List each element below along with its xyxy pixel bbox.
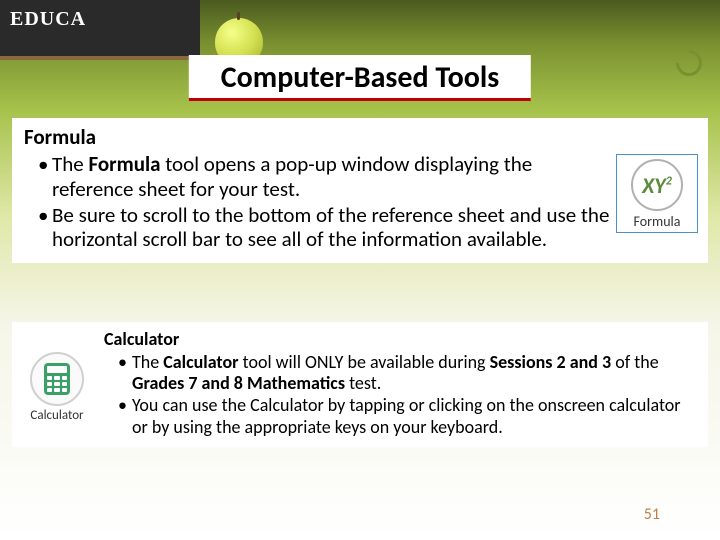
- swirl-decoration: [671, 45, 708, 82]
- formula-icon-label: Formula: [619, 213, 695, 230]
- formula-icon-circle: XY2: [631, 159, 683, 211]
- calculator-bullet-2: You can use the Calculator by tapping or…: [118, 395, 698, 437]
- formula-section: Formula The Formula tool opens a pop-up …: [12, 118, 708, 263]
- slide-title: Computer-Based Tools: [189, 55, 531, 101]
- calculator-icon-label: Calculator: [18, 408, 96, 423]
- calculator-heading: Calculator: [104, 328, 698, 350]
- calculator-bullets: The Calculator tool will ONLY be availab…: [104, 352, 698, 438]
- formula-heading: Formula: [24, 124, 610, 150]
- page-number: 51: [644, 505, 660, 524]
- formula-icon-text: XY2: [642, 172, 672, 199]
- calculator-icon: Calculator: [18, 352, 96, 423]
- chalkboard-bg: EDUCA: [0, 0, 200, 60]
- calculator-icon-circle: [30, 352, 84, 406]
- formula-bullets: The Formula tool opens a pop-up window d…: [24, 152, 610, 252]
- calculator-section: Calculator Calculator The Calculator too…: [12, 322, 708, 447]
- formula-bullet-1: The Formula tool opens a pop-up window d…: [38, 152, 610, 202]
- chalkboard-text: EDUCA: [0, 0, 200, 31]
- formula-bullet-2: Be sure to scroll to the bottom of the r…: [38, 203, 610, 253]
- calculator-bullet-1: The Calculator tool will ONLY be availab…: [118, 352, 698, 394]
- formula-icon: XY2 Formula: [616, 154, 698, 233]
- calculator-icon-body: [44, 363, 70, 395]
